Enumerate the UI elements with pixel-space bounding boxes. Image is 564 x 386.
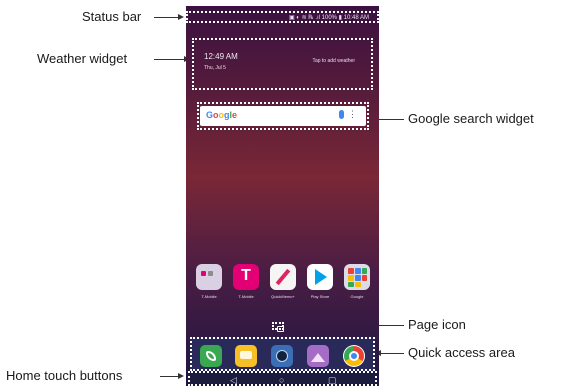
app-quickmemo[interactable]: QuickMemo+ — [268, 264, 298, 299]
callout-home-touch-buttons: Home touch buttons — [6, 368, 123, 383]
arrow-icon — [178, 373, 184, 379]
mic-icon[interactable] — [339, 110, 344, 119]
home-button[interactable]: ○ — [279, 375, 284, 385]
leader-line — [154, 17, 178, 18]
callout-quick-access-area: Quick access area — [408, 345, 515, 360]
app-label: Play Store — [310, 294, 330, 299]
callout-page-icon: Page icon — [408, 317, 466, 332]
app-label: QuickMemo+ — [271, 294, 295, 299]
home-touch-buttons: ◁ ○ ▢ — [188, 371, 377, 386]
weather-add-prompt[interactable]: Tap to add weather — [312, 58, 355, 64]
gallery-icon[interactable] — [307, 345, 329, 367]
page-icon[interactable] — [272, 322, 284, 332]
weather-date: Thu, Jul 5 — [204, 65, 226, 71]
more-vertical-icon[interactable]: ⋮ — [348, 109, 357, 120]
leader-line — [375, 119, 404, 120]
quick-access-area — [190, 337, 375, 371]
status-bar: ▣ ◐ ≋ ℞ .ıl 100% ▮ 10:48 AM — [186, 11, 379, 23]
camera-icon[interactable] — [271, 345, 293, 367]
app-label: T-Mobile — [201, 294, 217, 299]
arrow-icon — [178, 14, 184, 20]
app-google-folder[interactable]: Google — [342, 264, 372, 299]
google-folder-icon — [344, 264, 370, 290]
weather-widget[interactable]: 12:49 AM Thu, Jul 5 Tap to add weather — [192, 38, 373, 90]
app-row: T-Mobile T T-Mobile QuickMemo+ Play Stor… — [194, 264, 371, 316]
weather-time: 12:49 AM — [204, 52, 238, 61]
google-search-bar[interactable]: Google ⋮ — [200, 106, 366, 126]
chrome-icon[interactable] — [343, 345, 365, 367]
app-label: T-Mobile — [238, 294, 254, 299]
t-mobile-icon: T — [233, 264, 259, 290]
leader-line — [381, 353, 404, 354]
messages-icon[interactable] — [235, 345, 257, 367]
home-page-icon — [277, 326, 284, 332]
app-play-store[interactable]: Play Store — [305, 264, 335, 299]
callout-google-search-widget: Google search widget — [408, 111, 534, 126]
app-label: Google — [350, 294, 364, 299]
app-tmobile[interactable]: T T-Mobile — [231, 264, 261, 299]
status-icons: ▣ ◐ ≋ ℞ .ıl 100% ▮ 10:48 AM — [288, 15, 369, 21]
back-button[interactable]: ◁ — [230, 375, 237, 386]
folder-icon — [196, 264, 222, 290]
phone-icon[interactable] — [200, 345, 222, 367]
play-store-icon — [307, 264, 333, 290]
leader-line — [160, 376, 178, 377]
google-logo: Google — [206, 110, 238, 120]
callout-status-bar: Status bar — [82, 9, 142, 24]
recent-apps-button[interactable]: ▢ — [328, 375, 337, 386]
home-screen: ▣ ◐ ≋ ℞ .ıl 100% ▮ 10:48 AM 12:49 AM Thu… — [186, 6, 379, 386]
app-tmobile-folder[interactable]: T-Mobile — [194, 264, 224, 299]
leader-line — [154, 59, 184, 60]
callout-weather-widget: Weather widget — [37, 51, 128, 66]
pencil-icon — [270, 264, 296, 290]
